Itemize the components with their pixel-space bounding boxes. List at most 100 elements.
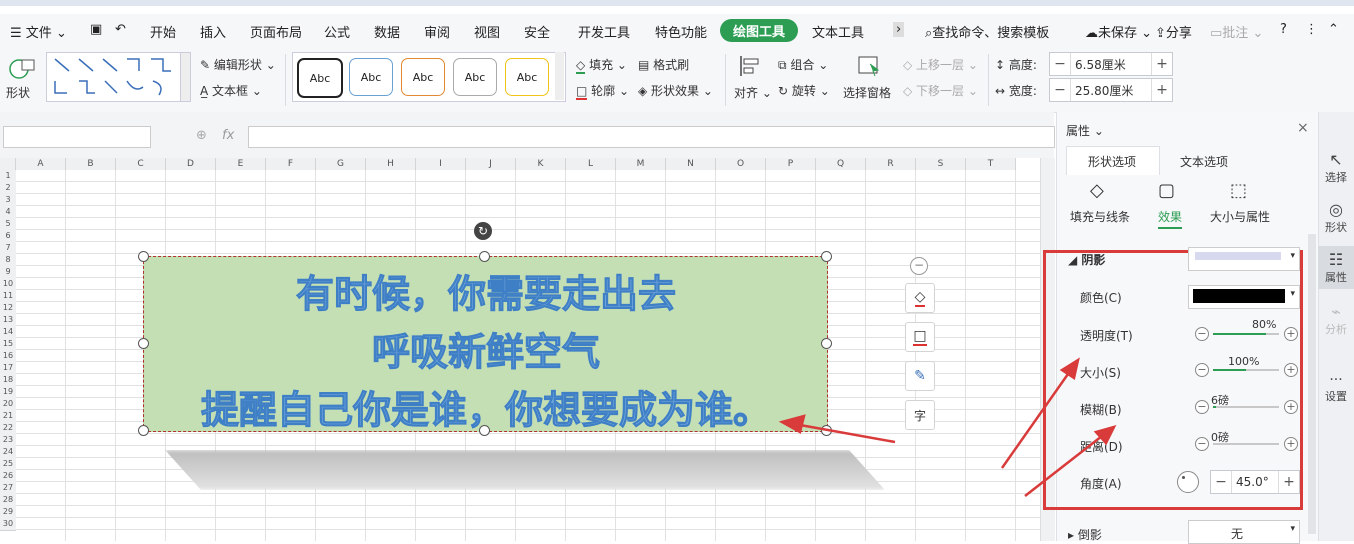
text-shape[interactable]: 有时候，你需要走出去 呼吸新鲜空气 提醒自己你是谁，你想要成为谁。 xyxy=(143,256,828,433)
resize-handle-bl[interactable] xyxy=(138,425,149,436)
angle-increase-button[interactable]: + xyxy=(1279,474,1299,490)
save-icon[interactable]: ▣ xyxy=(90,22,102,37)
size-decrease-button[interactable]: − xyxy=(1195,363,1209,377)
transparency-slider[interactable] xyxy=(1213,333,1279,335)
column-header[interactable]: P xyxy=(766,158,816,170)
blur-increase-button[interactable]: + xyxy=(1284,400,1298,414)
comment-button[interactable]: ▭批注 ⌄ xyxy=(1210,22,1263,41)
float-fill-button[interactable]: ◇ xyxy=(905,283,935,313)
group-button[interactable]: ⧉ 组合 ⌄ xyxy=(778,56,828,73)
width-stepper[interactable]: − 25.80厘米 + xyxy=(1049,78,1173,102)
width-decrease-button[interactable]: − xyxy=(1050,82,1070,98)
tab-text-options[interactable]: 文本选项 xyxy=(1180,153,1228,170)
column-header[interactable]: A xyxy=(16,158,66,170)
menu-security[interactable]: 安全 xyxy=(524,22,550,41)
select-pane-icon[interactable] xyxy=(856,54,882,81)
column-header[interactable]: O xyxy=(716,158,766,170)
column-header[interactable]: L xyxy=(566,158,616,170)
edit-shape-button[interactable]: ✎ 编辑形状 ⌄ xyxy=(200,56,276,73)
shadow-preset-select[interactable]: ▾ xyxy=(1188,247,1300,271)
height-increase-button[interactable]: + xyxy=(1152,56,1172,72)
height-decrease-button[interactable]: − xyxy=(1050,56,1070,72)
column-header[interactable]: H xyxy=(366,158,416,170)
effect-icon[interactable]: ▢ xyxy=(1158,180,1175,201)
blur-slider[interactable] xyxy=(1213,406,1279,408)
column-header[interactable]: M xyxy=(616,158,666,170)
menu-developer[interactable]: 开发工具 xyxy=(578,22,630,41)
more-tabs-arrow-icon[interactable]: › xyxy=(893,22,905,37)
menu-drawing-tools[interactable]: 绘图工具 xyxy=(720,19,799,42)
menu-view[interactable]: 视图 xyxy=(474,22,500,41)
resize-handle-b[interactable] xyxy=(479,425,490,436)
angle-dial-icon[interactable] xyxy=(1177,471,1199,493)
shape-effect-button[interactable]: ◈ 形状效果 ⌄ xyxy=(638,82,713,99)
collapse-float-toolbar-icon[interactable]: − xyxy=(910,257,928,275)
size-props-icon[interactable]: ⬚ xyxy=(1230,180,1247,201)
shape-button[interactable] xyxy=(8,56,36,85)
transparency-decrease-button[interactable]: − xyxy=(1195,327,1209,341)
column-header[interactable]: T xyxy=(966,158,1016,170)
shadow-color-select[interactable]: ▾ xyxy=(1188,285,1300,309)
resize-handle-tl[interactable] xyxy=(138,251,149,262)
gallery-scroll[interactable] xyxy=(180,52,191,102)
column-header[interactable]: N xyxy=(666,158,716,170)
resize-handle-br[interactable] xyxy=(821,425,832,436)
style-sample-2[interactable]: Abc xyxy=(349,58,393,96)
formula-input[interactable] xyxy=(248,126,1055,148)
reflection-section[interactable]: ▸ 倒影 xyxy=(1068,526,1102,543)
undo-icon[interactable]: ↶ xyxy=(115,22,126,37)
column-header[interactable]: I xyxy=(416,158,466,170)
shadow-section[interactable]: ◢ 阴影 xyxy=(1068,251,1105,268)
panel-title[interactable]: 属性 ⌄ xyxy=(1066,122,1104,139)
fx-icon[interactable]: fx xyxy=(222,128,234,143)
style-gallery-scroll[interactable] xyxy=(555,52,564,100)
menu-formula[interactable]: 公式 xyxy=(324,22,350,41)
resize-handle-tr[interactable] xyxy=(821,251,832,262)
sidebar-settings[interactable]: ··· 设置 xyxy=(1318,372,1354,404)
size-increase-button[interactable]: + xyxy=(1284,363,1298,377)
menu-text-tools[interactable]: 文本工具 xyxy=(812,22,864,41)
reflection-select[interactable]: 无 ▾ xyxy=(1188,520,1300,544)
menu-file[interactable]: ☰ 文件 ⌄ xyxy=(10,22,67,41)
column-header[interactable]: B xyxy=(66,158,116,170)
distance-decrease-button[interactable]: − xyxy=(1195,437,1209,451)
menu-special[interactable]: 特色功能 xyxy=(655,22,707,41)
column-header[interactable]: S xyxy=(916,158,966,170)
column-header[interactable]: R xyxy=(866,158,916,170)
height-stepper[interactable]: − 6.58厘米 + xyxy=(1049,52,1173,76)
angle-decrease-button[interactable]: − xyxy=(1211,474,1231,490)
resize-handle-l[interactable] xyxy=(138,338,149,349)
help-button[interactable]: ? xyxy=(1280,22,1287,37)
menu-review[interactable]: 审阅 xyxy=(424,22,450,41)
blur-decrease-button[interactable]: − xyxy=(1195,400,1209,414)
column-header[interactable]: D xyxy=(166,158,216,170)
close-icon[interactable]: × xyxy=(1297,120,1309,136)
send-backward-button[interactable]: ◇ 下移一层 ⌄ xyxy=(903,82,978,99)
shape-text-line2[interactable]: 呼吸新鲜空气 xyxy=(144,321,828,376)
shape-text-line1[interactable]: 有时候，你需要走出去 xyxy=(144,263,828,318)
column-header[interactable]: J xyxy=(466,158,516,170)
transparency-increase-button[interactable]: + xyxy=(1284,327,1298,341)
column-header[interactable]: G xyxy=(316,158,366,170)
angle-stepper[interactable]: − 45.0° + xyxy=(1210,470,1300,494)
style-sample-5[interactable]: Abc xyxy=(505,58,549,96)
share-button[interactable]: ⇪分享 xyxy=(1155,22,1192,41)
width-value[interactable]: 25.80厘米 xyxy=(1070,79,1152,101)
distance-slider[interactable] xyxy=(1213,443,1279,445)
name-box[interactable] xyxy=(3,126,151,148)
style-sample-1[interactable]: Abc xyxy=(297,58,343,98)
height-value[interactable]: 6.58厘米 xyxy=(1070,53,1152,75)
menu-insert[interactable]: 插入 xyxy=(200,22,226,41)
size-slider[interactable] xyxy=(1213,369,1279,371)
float-outline-button[interactable]: □ xyxy=(905,322,935,352)
sidebar-analyze[interactable]: ⌁ 分析 xyxy=(1318,302,1354,337)
row-header[interactable]: 30 xyxy=(0,518,16,531)
float-brush-button[interactable]: ✎ xyxy=(905,361,935,391)
distance-increase-button[interactable]: + xyxy=(1284,437,1298,451)
align-button[interactable]: 对齐 ⌄ xyxy=(734,84,772,101)
column-header[interactable]: Q xyxy=(816,158,866,170)
subtab-effect[interactable]: 效果 xyxy=(1158,208,1183,229)
width-increase-button[interactable]: + xyxy=(1152,82,1172,98)
subtab-size-props[interactable]: 大小与属性 xyxy=(1210,208,1270,225)
rotate-button[interactable]: ↻ 旋转 ⌄ xyxy=(778,82,830,99)
